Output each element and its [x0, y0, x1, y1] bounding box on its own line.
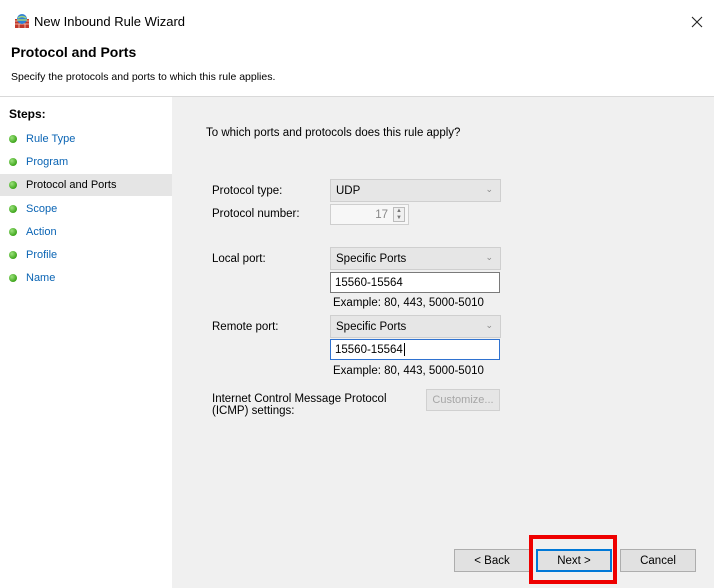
step-label: Protocol and Ports: [26, 179, 117, 191]
step-label: Rule Type: [26, 133, 76, 145]
protocol-number-label: Protocol number:: [212, 208, 300, 220]
remote-port-mode: Specific Ports: [336, 320, 407, 333]
step-name[interactable]: Name: [0, 267, 172, 289]
close-icon[interactable]: [684, 10, 710, 34]
step-bullet-icon: [9, 181, 17, 189]
step-bullet-icon: [9, 228, 17, 236]
page-title: Protocol and Ports: [11, 44, 137, 60]
title-bar: New Inbound Rule Wizard: [0, 0, 714, 40]
step-label: Scope: [26, 203, 58, 215]
local-port-input[interactable]: 15560-15564: [330, 272, 500, 293]
step-rule-type[interactable]: Rule Type: [0, 128, 172, 150]
text-caret: [403, 343, 405, 356]
remote-port-input[interactable]: 15560-15564: [330, 339, 500, 360]
step-label: Action: [26, 226, 57, 238]
protocol-number-spinner: 17 ▲ ▼: [330, 204, 409, 225]
icmp-settings-label: Internet Control Message Protocol (ICMP)…: [212, 393, 387, 417]
page-description: Specify the protocols and ports to which…: [11, 71, 276, 83]
step-profile[interactable]: Profile: [0, 244, 172, 266]
step-bullet-icon: [9, 158, 17, 166]
step-label: Program: [26, 156, 69, 168]
steps-panel: Steps: Rule Type Program Protocol and Po…: [0, 97, 172, 588]
step-label: Name: [26, 272, 56, 284]
chevron-down-icon: ⌄: [485, 184, 493, 194]
protocol-number-value: 17: [375, 208, 388, 221]
chevron-down-icon: ⌄: [485, 320, 493, 330]
protocol-type-dropdown[interactable]: UDP ⌄: [330, 179, 501, 202]
step-action[interactable]: Action: [0, 221, 172, 243]
steps-heading: Steps:: [9, 107, 46, 121]
customize-button: Customize...: [426, 389, 500, 411]
local-port-value: 15560-15564: [335, 276, 403, 289]
step-bullet-icon: [9, 135, 17, 143]
protocol-type-label: Protocol type:: [212, 185, 283, 197]
step-bullet-icon: [9, 205, 17, 213]
protocol-type-value: UDP: [336, 184, 361, 197]
icmp-label-line2: (ICMP) settings:: [212, 405, 295, 417]
local-port-mode: Specific Ports: [336, 252, 407, 265]
step-bullet-icon: [9, 251, 17, 259]
content-panel: To which ports and protocols does this r…: [172, 97, 714, 588]
step-label: Profile: [26, 249, 58, 261]
local-port-label: Local port:: [212, 253, 266, 265]
remote-port-dropdown[interactable]: Specific Ports ⌄: [330, 315, 501, 338]
step-program[interactable]: Program: [0, 151, 172, 173]
icmp-label-line1: Internet Control Message Protocol: [212, 393, 387, 405]
chevron-down-icon: ⌄: [485, 252, 493, 262]
remote-port-label: Remote port:: [212, 321, 279, 333]
spinner-arrows-icon: ▲ ▼: [393, 207, 405, 222]
next-button[interactable]: Next >: [536, 549, 612, 572]
cancel-button[interactable]: Cancel: [620, 549, 696, 572]
step-scope[interactable]: Scope: [0, 198, 172, 220]
back-button[interactable]: < Back: [454, 549, 530, 572]
step-protocol-and-ports[interactable]: Protocol and Ports: [0, 174, 172, 196]
window-title: New Inbound Rule Wizard: [34, 14, 186, 29]
local-port-dropdown[interactable]: Specific Ports ⌄: [330, 247, 501, 270]
step-bullet-icon: [9, 274, 17, 282]
firewall-wizard-icon: [13, 13, 31, 29]
form-question: To which ports and protocols does this r…: [206, 127, 461, 139]
remote-port-value: 15560-15564: [335, 343, 403, 356]
local-port-example: Example: 80, 443, 5000-5010: [333, 297, 484, 309]
remote-port-example: Example: 80, 443, 5000-5010: [333, 365, 484, 377]
